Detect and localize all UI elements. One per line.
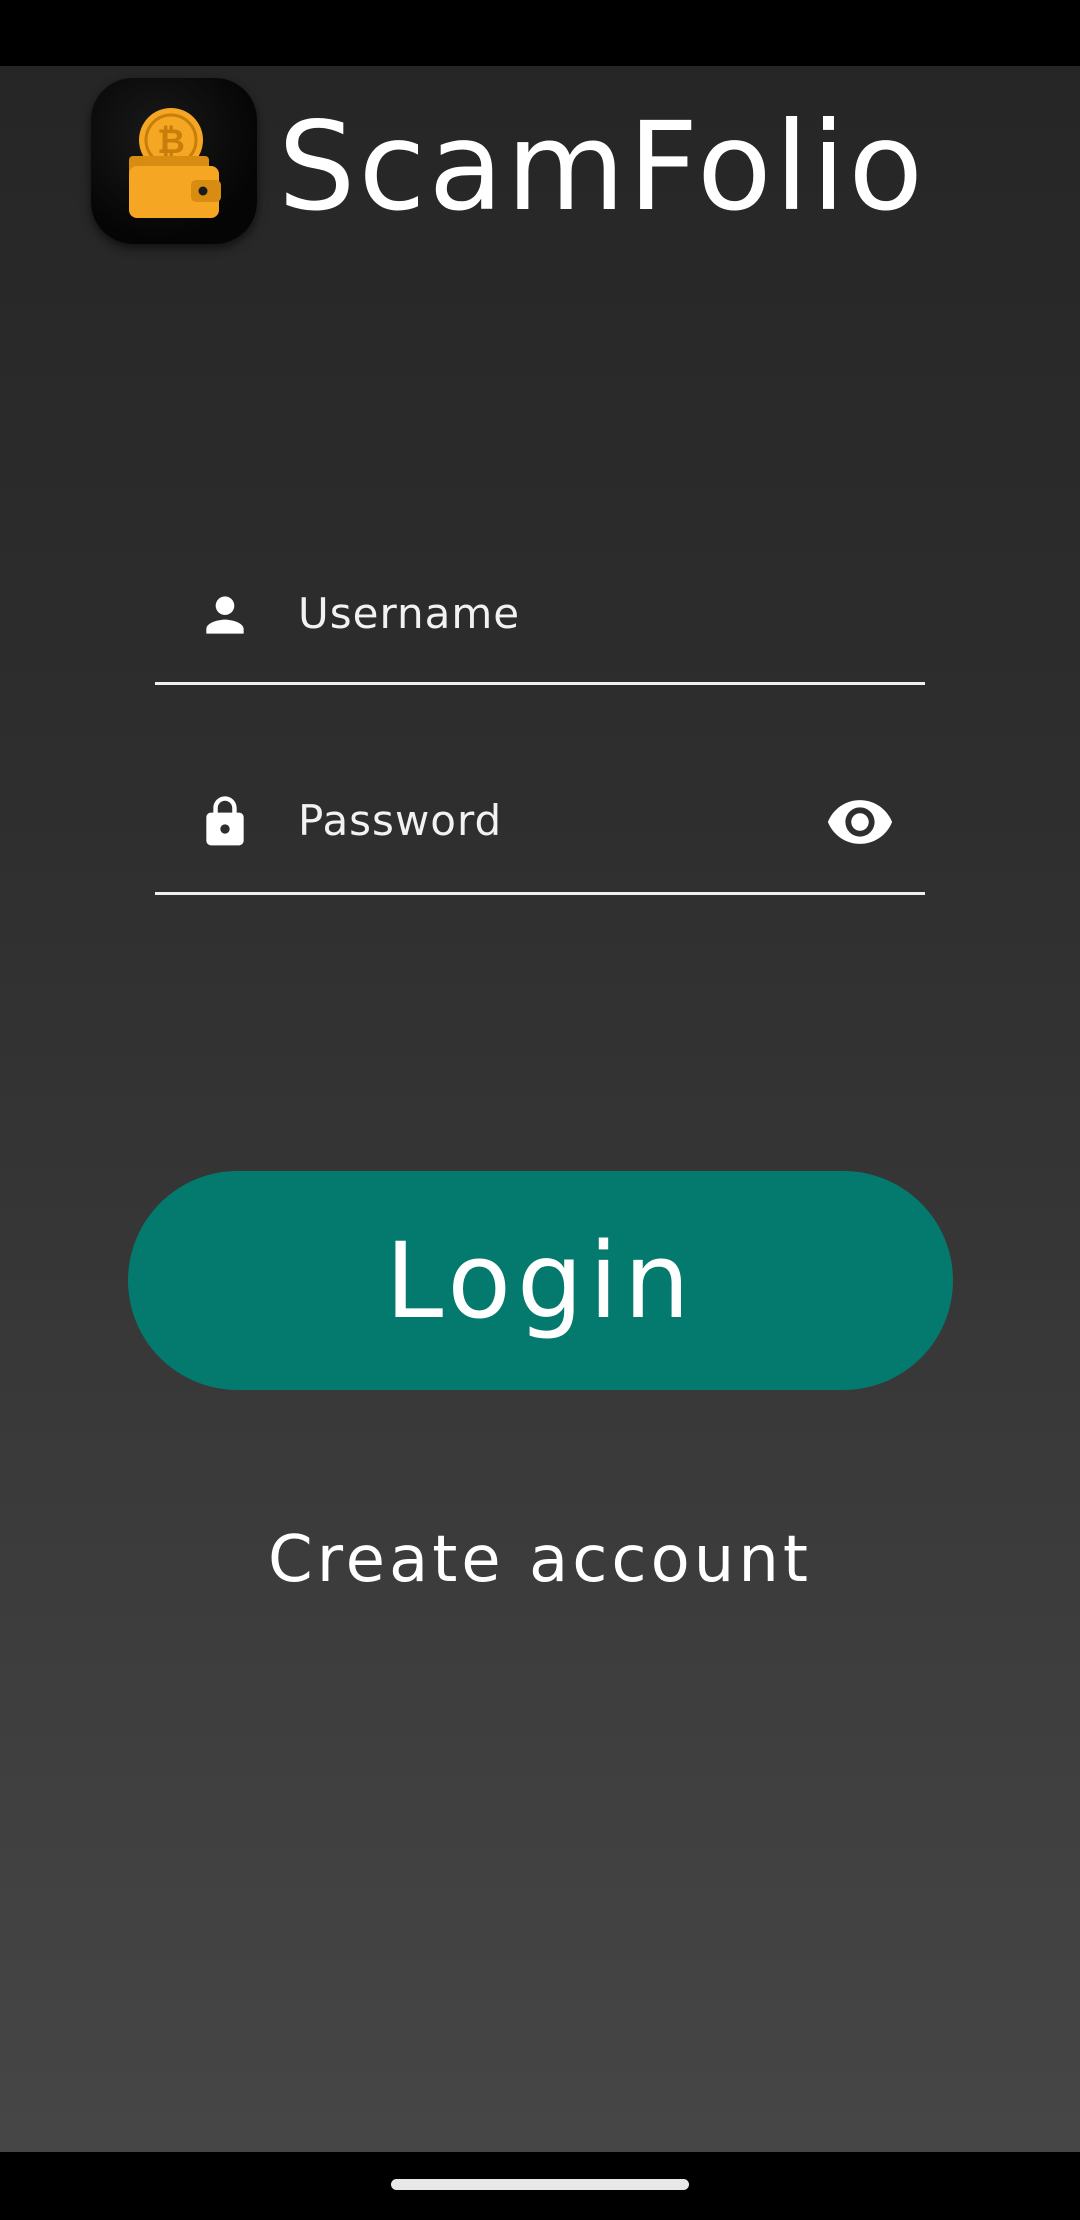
username-underline [155, 682, 925, 685]
password-input[interactable] [298, 785, 778, 855]
username-input[interactable] [298, 578, 798, 648]
login-button-label: Login [385, 1219, 696, 1342]
lock-icon [197, 794, 253, 850]
eye-icon[interactable] [825, 787, 895, 857]
bitcoin-wallet-icon: ₿ [129, 108, 221, 218]
app-title: ScamFolio [278, 96, 927, 238]
app-logo: ₿ [91, 78, 257, 244]
login-button[interactable]: Login [128, 1171, 953, 1390]
password-field[interactable] [155, 765, 925, 895]
password-underline [155, 892, 925, 895]
home-gesture-handle[interactable] [391, 2179, 689, 2190]
status-bar [0, 0, 1080, 66]
person-icon [197, 587, 253, 643]
screen: ₿ ScamFolio Login Create accou [0, 0, 1080, 2220]
username-field[interactable] [155, 555, 925, 685]
login-screen [0, 66, 1080, 2152]
create-account-link[interactable]: Create account [0, 1515, 1080, 1605]
